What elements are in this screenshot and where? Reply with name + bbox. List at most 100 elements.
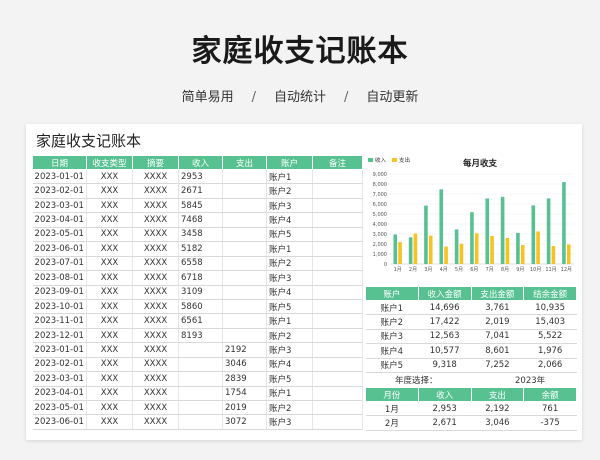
cell-account[interactable]: 账户2 bbox=[266, 328, 313, 344]
cell-expense[interactable] bbox=[222, 241, 267, 257]
cell-type[interactable]: XXX bbox=[86, 285, 133, 300]
cell-note[interactable] bbox=[312, 198, 363, 214]
cell-summary[interactable]: XXXX bbox=[132, 198, 179, 214]
cell-type[interactable]: XXX bbox=[86, 414, 133, 430]
cell-income[interactable] bbox=[178, 371, 223, 387]
cell-type[interactable]: XXX bbox=[86, 328, 133, 344]
cell-account[interactable]: 账户3 bbox=[266, 198, 313, 214]
summary-header-balance[interactable]: 结余金额 bbox=[523, 286, 577, 301]
cell-expense[interactable]: 2192 bbox=[222, 342, 267, 358]
cell-summary[interactable]: XXXX bbox=[132, 313, 179, 329]
cell-summary[interactable]: XXXX bbox=[132, 227, 179, 243]
summary-balance[interactable]: 10,935 bbox=[523, 300, 577, 316]
monthly-expense[interactable]: 3,046 bbox=[471, 415, 524, 431]
monthly-balance[interactable]: 761 bbox=[523, 401, 577, 417]
cell-type[interactable]: XXX bbox=[86, 169, 133, 185]
cell-expense[interactable] bbox=[222, 328, 267, 344]
cell-expense[interactable] bbox=[222, 212, 267, 228]
cell-income[interactable] bbox=[178, 342, 223, 358]
cell-type[interactable]: XXX bbox=[86, 227, 133, 243]
cell-account[interactable]: 账户5 bbox=[266, 371, 313, 387]
cell-expense[interactable] bbox=[222, 169, 267, 185]
cell-note[interactable] bbox=[312, 313, 363, 329]
cell-expense[interactable]: 1754 bbox=[222, 386, 267, 402]
year-select-value[interactable]: 2023年 bbox=[515, 374, 545, 386]
cell-date[interactable]: 2023-09-01 bbox=[32, 285, 87, 300]
summary-account[interactable]: 账户5 bbox=[365, 358, 419, 373]
cell-summary[interactable]: XXXX bbox=[132, 371, 179, 387]
cell-note[interactable] bbox=[312, 342, 363, 358]
cell-expense[interactable] bbox=[222, 299, 267, 315]
cell-date[interactable]: 2023-01-01 bbox=[32, 342, 87, 358]
cell-account[interactable]: 账户1 bbox=[266, 241, 313, 257]
summary-header-account[interactable]: 账户 bbox=[365, 286, 419, 301]
cell-income[interactable] bbox=[178, 400, 223, 416]
col-header-account[interactable]: 账户 bbox=[266, 155, 313, 170]
col-header-summary[interactable]: 摘要 bbox=[132, 155, 179, 170]
cell-summary[interactable]: XXXX bbox=[132, 400, 179, 416]
summary-expense[interactable]: 7,252 bbox=[471, 358, 524, 373]
cell-income[interactable]: 3458 bbox=[178, 227, 223, 243]
cell-summary[interactable]: XXXX bbox=[132, 241, 179, 257]
cell-account[interactable]: 账户4 bbox=[266, 212, 313, 228]
summary-balance[interactable]: 1,976 bbox=[523, 343, 577, 359]
cell-type[interactable]: XXX bbox=[86, 198, 133, 214]
cell-type[interactable]: XXX bbox=[86, 400, 133, 416]
income-bar[interactable] bbox=[393, 234, 398, 264]
cell-date[interactable]: 2023-03-01 bbox=[32, 198, 87, 214]
cell-income[interactable]: 6558 bbox=[178, 256, 223, 272]
cell-expense[interactable] bbox=[222, 270, 267, 286]
income-bar[interactable] bbox=[500, 196, 505, 264]
cell-summary[interactable]: XXXX bbox=[132, 328, 179, 344]
cell-note[interactable] bbox=[312, 357, 363, 373]
expense-bar[interactable] bbox=[551, 246, 556, 264]
cell-summary[interactable]: XXXX bbox=[132, 342, 179, 358]
cell-note[interactable] bbox=[312, 386, 363, 402]
col-header-income[interactable]: 收入 bbox=[178, 155, 223, 170]
income-bar[interactable] bbox=[531, 205, 536, 264]
cell-note[interactable] bbox=[312, 414, 363, 430]
cell-income[interactable] bbox=[178, 414, 223, 430]
expense-bar[interactable] bbox=[520, 245, 525, 264]
cell-note[interactable] bbox=[312, 400, 363, 416]
cell-note[interactable] bbox=[312, 299, 363, 315]
cell-income[interactable]: 2953 bbox=[178, 169, 223, 185]
cell-type[interactable]: XXX bbox=[86, 270, 133, 286]
summary-account[interactable]: 账户2 bbox=[365, 314, 419, 330]
cell-account[interactable]: 账户1 bbox=[266, 169, 313, 185]
cell-date[interactable]: 2023-03-01 bbox=[32, 371, 87, 387]
expense-bar[interactable] bbox=[413, 233, 418, 264]
col-header-note[interactable]: 备注 bbox=[312, 155, 363, 170]
monthly-month[interactable]: 2月 bbox=[365, 415, 419, 431]
cell-note[interactable] bbox=[312, 270, 363, 286]
cell-type[interactable]: XXX bbox=[86, 313, 133, 329]
cell-type[interactable]: XXX bbox=[86, 357, 133, 373]
cell-account[interactable]: 账户2 bbox=[266, 400, 313, 416]
income-bar[interactable] bbox=[562, 182, 566, 264]
cell-date[interactable]: 2023-06-01 bbox=[32, 241, 87, 257]
cell-account[interactable]: 账户3 bbox=[266, 270, 313, 286]
income-bar[interactable] bbox=[424, 205, 428, 264]
cell-note[interactable] bbox=[312, 212, 363, 228]
cell-expense[interactable] bbox=[222, 285, 267, 300]
monthly-month[interactable]: 1月 bbox=[365, 401, 419, 417]
cell-note[interactable] bbox=[312, 227, 363, 243]
summary-balance[interactable]: 2,066 bbox=[523, 358, 577, 373]
cell-account[interactable]: 账户1 bbox=[266, 313, 313, 329]
summary-header-expense[interactable]: 支出金额 bbox=[470, 286, 525, 301]
cell-expense[interactable]: 2839 bbox=[222, 371, 267, 387]
cell-income[interactable] bbox=[178, 357, 223, 373]
cell-date[interactable]: 2023-05-01 bbox=[32, 400, 87, 416]
cell-date[interactable]: 2023-10-01 bbox=[32, 299, 87, 315]
cell-type[interactable]: XXX bbox=[86, 212, 133, 228]
income-bar[interactable] bbox=[546, 198, 551, 264]
summary-expense[interactable]: 3,761 bbox=[471, 300, 524, 316]
cell-date[interactable]: 2023-07-01 bbox=[32, 256, 87, 272]
cell-date[interactable]: 2023-04-01 bbox=[32, 386, 87, 402]
cell-income[interactable]: 7468 bbox=[178, 212, 223, 228]
summary-income[interactable]: 9,318 bbox=[418, 358, 471, 373]
expense-bar[interactable] bbox=[490, 236, 494, 264]
cell-type[interactable]: XXX bbox=[86, 371, 133, 387]
cell-summary[interactable]: XXXX bbox=[132, 212, 179, 228]
cell-date[interactable]: 2023-05-01 bbox=[32, 227, 87, 243]
